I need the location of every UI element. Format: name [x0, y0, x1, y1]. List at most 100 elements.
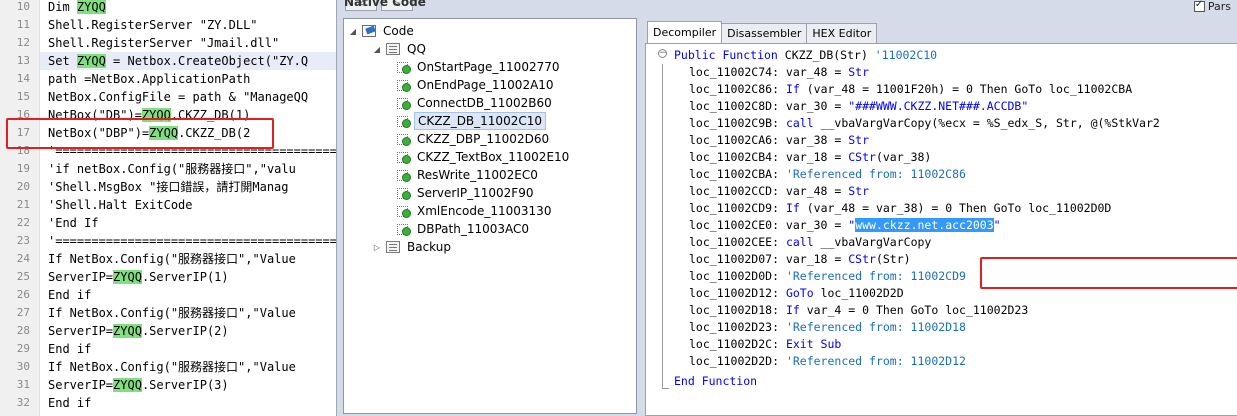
tab-decompiler[interactable]: Decompiler [647, 21, 723, 43]
code-text: loc_11002C9B: [689, 116, 786, 130]
code-text: loc_11002C74: var_48 = [689, 65, 849, 79]
code-tree[interactable]: ◢ Code ◢ QQ OnStartPage_11002770 OnEndPag… [343, 18, 637, 414]
code-keyword: If [785, 303, 800, 317]
code-text: If NetBox.Config("服務器接口","Value [48, 252, 296, 266]
code-line[interactable]: End if [48, 286, 91, 304]
code-keyword: If [785, 201, 800, 215]
tree-method-label: ConnectDB_11002B60 [417, 96, 552, 110]
tree-method-item[interactable]: CKZZ_DB_11002C10 [396, 112, 546, 130]
code-text: .ServerIP(3) [141, 378, 229, 392]
collapse-arrow-icon[interactable]: ◢ [372, 45, 382, 54]
code-text: loc_11002CEE: [689, 235, 786, 249]
decompiled-code-view[interactable]: − Public Function CKZZ_DB(Str) '11002C10… [645, 43, 1237, 416]
tree-node-backup[interactable]: ▷ Backup [372, 238, 454, 256]
tree-method-label: OnEndPage_11002A10 [417, 78, 554, 92]
code-line[interactable]: ServerIP=ZYQQ.ServerIP(2) [48, 322, 229, 340]
tree-root-code[interactable]: ◢ Code [348, 22, 417, 40]
highlighted-identifier: ZYQQ [113, 324, 142, 338]
line-number: 15 [16, 90, 30, 103]
code-keyword: CStr [848, 252, 876, 266]
code-text: loc_11002CBA: [689, 167, 786, 181]
tree-method-item[interactable]: CKZZ_TextBox_11002E10 [396, 148, 572, 166]
decompiled-line: loc_11002CE0: var_30 = "www.ckzz.net.acc… [689, 217, 1001, 234]
tree-method-item[interactable]: XmlEncode_11003130 [396, 202, 554, 220]
code-text: loc_11002D23: [689, 320, 786, 334]
decompiled-line: loc_11002CA6: var_38 = Str [689, 132, 869, 149]
code-text: loc_11002CD9: [689, 201, 786, 215]
code-keyword: call [785, 116, 814, 130]
tree-method-item[interactable]: CKZZ_DBP_11002D60 [396, 130, 552, 148]
code-string: " [993, 218, 1001, 232]
highlighted-identifier: ZYQQ [76, 54, 106, 68]
tree-method-label: CKZZ_TextBox_11002E10 [417, 150, 570, 164]
script-editor[interactable]: 10 Dim ZYQQ 11 Shell.RegisterServer "ZY.DLL… [0, 0, 336, 416]
tree-node-qq[interactable]: ◢ QQ [372, 40, 429, 58]
code-line[interactable]: ServerIP=ZYQQ.ServerIP(1) [48, 268, 229, 286]
code-text: loc_11002D12: [689, 286, 786, 300]
method-icon [396, 97, 411, 110]
code-line[interactable]: Set ZYQQ = Netbox.CreateObject("ZY.Q [40, 52, 336, 70]
code-keyword: GoTo [785, 286, 814, 300]
code-keyword: call [785, 235, 814, 249]
code-line[interactable]: 'Shell.Halt ExitCode [48, 196, 193, 214]
tree-method-item[interactable]: ConnectDB_11002B60 [396, 94, 555, 112]
code-line[interactable]: Shell.RegisterServer "Jmail.dll" [48, 34, 279, 52]
tree-root-label: Code [383, 24, 414, 38]
code-line[interactable]: '======================================= [48, 232, 336, 250]
code-line[interactable]: 'End If [48, 214, 99, 232]
tree-method-item[interactable]: OnEndPage_11002A10 [396, 76, 557, 94]
decompiled-line: loc_11002CB4: var_18 = CStr(var_38) [689, 149, 931, 166]
code-line[interactable]: If NetBox.Config("服務器接口","Value [48, 250, 296, 268]
line-number: 31 [16, 378, 30, 391]
method-icon [396, 133, 411, 146]
collapse-arrow-icon[interactable]: ◢ [348, 27, 358, 36]
code-text: loc_11002D2D: [689, 354, 786, 368]
tree-method-label: OnStartPage_11002770 [417, 60, 560, 74]
decompiled-line: loc_11002CBA: 'Referenced from: 11002C86 [689, 166, 966, 183]
backup-folder-icon [386, 241, 400, 253]
line-number: 32 [16, 396, 30, 409]
code-line[interactable]: Dim ZYQQ [48, 0, 106, 16]
code-line[interactable]: If NetBox.Config("服務器接口","Value [48, 358, 296, 376]
code-text: loc_11002CCD: var_48 = [689, 184, 849, 198]
tab-hex-editor[interactable]: HEX Editor [806, 23, 878, 43]
code-text: ServerIP= [48, 378, 114, 392]
code-text: If NetBox.Config("服務器接口","Value [48, 360, 296, 374]
method-icon [396, 115, 411, 128]
code-line[interactable]: 'Shell.MsgBox "接口錯誤，請打開Manag [48, 178, 289, 196]
code-text: __vbaVargVarCopy [813, 235, 932, 249]
code-text: 'Shell.Halt ExitCode [48, 198, 193, 212]
code-text: End if [48, 342, 92, 356]
tree-method-item[interactable]: OnStartPage_11002770 [396, 58, 563, 76]
line-number: 24 [16, 252, 30, 265]
tree-node-backup-label: Backup [407, 240, 451, 254]
code-line[interactable]: path =NetBox.ApplicationPath [48, 70, 250, 88]
code-text: = Netbox.CreateObject("ZY.Q [105, 54, 309, 68]
fold-toggle-icon[interactable]: − [658, 49, 667, 58]
code-text: Shell.RegisterServer "ZY.DLL" [48, 18, 258, 32]
line-number: 11 [16, 18, 30, 31]
code-line[interactable]: NetBox.ConfigFile = path & "ManageQQ [48, 88, 308, 106]
decompiled-line: loc_11002D07: var_18 = CStr(Str) [689, 251, 911, 268]
code-keyword: Str [848, 133, 870, 147]
parse-checkbox[interactable]: Pars [1193, 0, 1231, 13]
code-line[interactable]: ServerIP=ZYQQ.ServerIP(3) [48, 376, 229, 394]
checkbox-check-icon[interactable] [1193, 0, 1205, 12]
code-text: (var_38) [875, 150, 932, 164]
code-line[interactable]: 'if netBox.Config("服務器接口","valu [48, 160, 296, 178]
line-number: 25 [16, 270, 30, 283]
tree-method-item[interactable]: DBPath_11003AC0 [396, 220, 532, 238]
method-icon [396, 61, 411, 74]
code-line[interactable]: End if [48, 394, 91, 412]
code-text: path =NetBox.ApplicationPath [48, 72, 251, 86]
expand-arrow-icon[interactable]: ▷ [372, 243, 382, 252]
tree-method-label: XmlEncode_11003130 [417, 204, 552, 218]
code-line[interactable]: If NetBox.Config("服務器接口","Value [48, 304, 296, 322]
tab-disassembler[interactable]: Disassembler [721, 23, 808, 43]
tree-method-item[interactable]: ServerIP_11002F90 [396, 184, 536, 202]
code-line[interactable]: End if [48, 340, 91, 358]
tree-method-item[interactable]: ResWrite_11002EC0 [396, 166, 541, 184]
method-icon [396, 223, 411, 236]
code-comment: 'Referenced from: 11002C86 [785, 167, 966, 181]
code-line[interactable]: Shell.RegisterServer "ZY.DLL" [48, 16, 258, 34]
